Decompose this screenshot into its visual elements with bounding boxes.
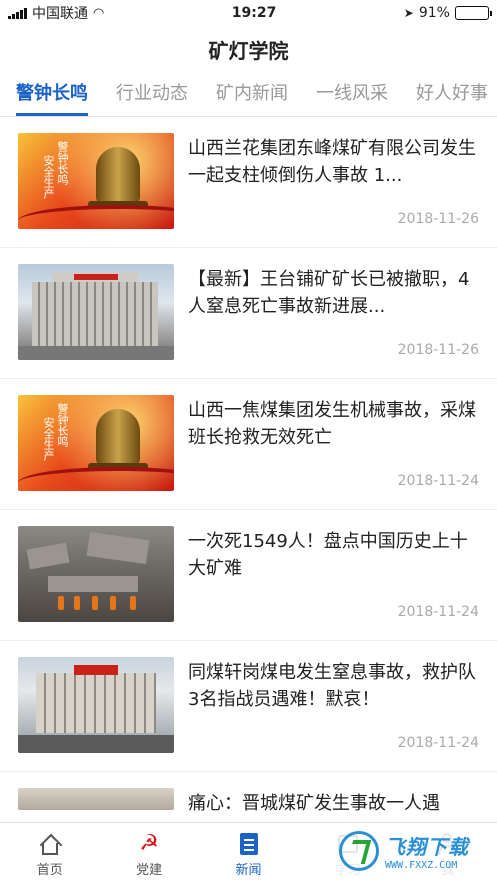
news-thumbnail: 警钟长鸣 安全生产 — [18, 395, 174, 491]
list-item[interactable]: 一次死1549人！盘点中国历史上十大矿难 2018-11-24 — [0, 510, 497, 641]
news-thumbnail — [18, 788, 174, 810]
home-icon — [37, 831, 63, 857]
carrier-label: 中国联通 — [32, 6, 88, 22]
watermark-logo-icon — [339, 831, 379, 871]
poster-caption: 安全生产 — [42, 155, 55, 199]
news-title: 痛心：晋城煤矿发生事故一人遇 — [188, 793, 440, 814]
page-title: 矿灯学院 — [208, 38, 289, 63]
signal-icon — [8, 7, 27, 19]
tab-mine-news[interactable]: 矿内新闻 — [202, 72, 302, 116]
category-tabs: 警钟长鸣 行业动态 矿内新闻 一线风采 好人好事 — [0, 72, 497, 117]
list-item[interactable]: 痛心：晋城煤矿发生事故一人遇 — [0, 772, 497, 823]
news-title: 一次死1549人！盘点中国历史上十大矿难 — [188, 531, 468, 579]
tab-good-deeds[interactable]: 好人好事 — [402, 72, 497, 116]
watermark-url: WWW.FXXZ.COM — [385, 860, 458, 871]
list-item[interactable]: 警钟长鸣 安全生产 山西兰花集团东峰煤矿有限公司发生一起支柱倾倒伤人事故 1..… — [0, 117, 497, 248]
battery-percent: 91% — [418, 5, 450, 21]
tabbar-label: 首页 — [36, 863, 63, 878]
clock: 19:27 — [231, 5, 277, 21]
wifi-icon: ◠ — [93, 5, 105, 21]
party-emblem-icon: ☭ — [139, 831, 159, 856]
news-date: 2018-11-24 — [397, 473, 479, 489]
news-icon — [236, 831, 262, 857]
news-date: 2018-11-26 — [397, 211, 479, 227]
status-bar: 中国联通 ◠ 19:27 ➤ 91% — [0, 0, 497, 26]
poster-caption: 警钟长鸣 — [56, 403, 69, 447]
watermark-overlay: 飞翔下载 WWW.FXXZ.COM — [333, 825, 493, 877]
news-list: 警钟长鸣 安全生产 山西兰花集团东峰煤矿有限公司发生一起支柱倾倒伤人事故 1..… — [0, 117, 497, 823]
tab-warning[interactable]: 警钟长鸣 — [0, 72, 102, 116]
news-thumbnail: 警钟长鸣 安全生产 — [18, 133, 174, 229]
news-thumbnail — [18, 264, 174, 360]
news-date: 2018-11-24 — [397, 604, 479, 620]
list-item[interactable]: 【最新】王台铺矿矿长已被撤职，4人窒息死亡事故新进展... 2018-11-26 — [0, 248, 497, 379]
news-title: 【最新】王台铺矿矿长已被撤职，4人窒息死亡事故新进展... — [188, 269, 470, 317]
news-title: 同煤轩岗煤电发生窒息事故，救护队3名指战员遇难！默哀！ — [188, 662, 476, 710]
list-item[interactable]: 警钟长鸣 安全生产 山西一焦煤集团发生机械事故，采煤班长抢救无效死亡 2018-… — [0, 379, 497, 510]
news-thumbnail — [18, 657, 174, 753]
tabbar-label: 新闻 — [235, 863, 262, 878]
news-title: 山西一焦煤集团发生机械事故，采煤班长抢救无效死亡 — [188, 400, 476, 448]
location-icon: ➤ — [403, 6, 414, 20]
tabbar-news[interactable]: 新闻 — [199, 823, 298, 883]
tabbar-party[interactable]: ☭ 党建 — [99, 823, 198, 883]
tabbar-label: 党建 — [136, 863, 163, 878]
watermark-text: 飞翔下载 — [385, 835, 469, 859]
news-date: 2018-11-24 — [397, 735, 479, 751]
poster-caption: 安全生产 — [42, 417, 55, 461]
news-thumbnail — [18, 526, 174, 622]
battery-icon — [454, 6, 492, 20]
poster-caption: 警钟长鸣 — [56, 141, 69, 185]
news-date: 2018-11-26 — [397, 342, 479, 358]
bottom-tab-bar: 首页 ☭ 党建 新闻 学习 我 飞翔下载 WWW.FXXZ.COM — [0, 822, 497, 883]
tabbar-home[interactable]: 首页 — [0, 823, 99, 883]
list-item[interactable]: 同煤轩岗煤电发生窒息事故，救护队3名指战员遇难！默哀！ 2018-11-24 — [0, 641, 497, 772]
tab-frontline[interactable]: 一线风采 — [302, 72, 402, 116]
news-title: 山西兰花集团东峰煤矿有限公司发生一起支柱倾倒伤人事故 1... — [188, 138, 476, 186]
tab-industry[interactable]: 行业动态 — [102, 72, 202, 116]
